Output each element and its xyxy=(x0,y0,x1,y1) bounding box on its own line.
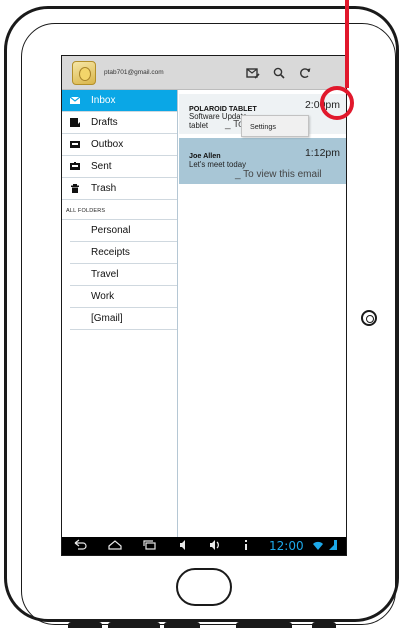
drawer-item-drafts[interactable]: Drafts xyxy=(62,112,177,134)
drawer-item-label: Drafts xyxy=(91,117,118,128)
refresh-icon[interactable] xyxy=(298,66,312,80)
overflow-menu: Settings xyxy=(241,115,309,137)
message-time: 1:12pm xyxy=(304,147,340,159)
volume-down-icon[interactable] xyxy=(178,539,190,554)
system-bar: 12:00 xyxy=(62,537,346,555)
tablet-foot xyxy=(164,622,200,628)
tablet-foot xyxy=(68,622,102,628)
action-bar: ptab701@gmail.com xyxy=(62,56,346,90)
account-avatar[interactable] xyxy=(72,61,96,85)
message-subject: Let's meet today xyxy=(189,160,246,169)
folder-item[interactable]: [Gmail] xyxy=(70,308,177,330)
drawer-item-trash[interactable]: Trash xyxy=(62,178,177,200)
status-clock: 12:00 xyxy=(269,539,304,553)
message-sender: Joe Allen xyxy=(189,151,221,160)
hardware-home-button[interactable] xyxy=(176,568,232,606)
callout-line xyxy=(345,0,349,88)
wifi-icon xyxy=(312,539,324,554)
drawer-item-outbox[interactable]: Outbox xyxy=(62,134,177,156)
outbox-icon xyxy=(70,140,80,149)
callout-circle xyxy=(320,86,354,120)
sent-icon xyxy=(70,162,80,171)
all-folders-header: ALL FOLDERS xyxy=(62,200,177,220)
navigation-drawer: Inbox Drafts Outbox Sent Trash ALL FOLDE… xyxy=(62,90,178,538)
folder-item[interactable]: Receipts xyxy=(70,242,177,264)
drawer-item-sent[interactable]: Sent xyxy=(62,156,177,178)
drawer-item-label: Trash xyxy=(91,183,117,194)
camera-lens xyxy=(361,310,377,326)
compose-icon[interactable] xyxy=(246,66,260,80)
volume-up-icon[interactable] xyxy=(208,539,222,554)
folder-item[interactable]: Travel xyxy=(70,264,177,286)
drawer-item-label: Outbox xyxy=(91,139,124,150)
drawer-item-label: Sent xyxy=(91,161,112,172)
message-item[interactable]: Joe Allen 1:12pm Let's meet today _ To v… xyxy=(179,138,346,184)
drawer-item-inbox[interactable]: Inbox xyxy=(62,90,177,112)
menu-icon[interactable] xyxy=(243,539,249,554)
folder-item[interactable]: Work xyxy=(70,286,177,308)
recent-apps-icon[interactable] xyxy=(142,539,158,554)
trash-icon xyxy=(70,184,80,193)
menu-item-settings[interactable]: Settings xyxy=(250,122,276,131)
drafts-icon xyxy=(70,118,80,127)
message-snippet: _ To view this email xyxy=(235,169,322,180)
message-subject-continued: tablet xyxy=(189,121,209,130)
battery-icon xyxy=(328,539,338,554)
tablet-foot xyxy=(312,622,336,628)
tablet-foot xyxy=(108,622,160,628)
tablet-foot xyxy=(236,622,292,628)
message-list: POLAROID TABLET 2:00pm Software Update t… xyxy=(179,90,346,538)
back-icon[interactable] xyxy=(72,539,88,554)
home-icon[interactable] xyxy=(107,539,123,554)
search-icon[interactable] xyxy=(272,66,286,80)
tablet-screen: ptab701@gmail.com Inbox Drafts Outbox Se… xyxy=(61,55,347,556)
drawer-item-label: Inbox xyxy=(91,95,116,106)
inbox-icon xyxy=(69,96,81,105)
account-email[interactable]: ptab701@gmail.com xyxy=(104,69,164,76)
folder-item[interactable]: Personal xyxy=(70,220,177,242)
